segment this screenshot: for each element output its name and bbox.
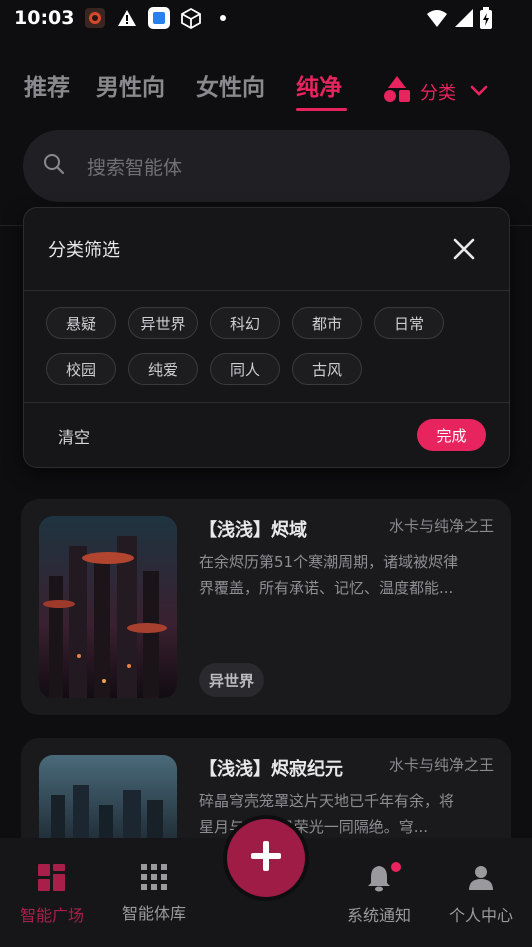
status-bar: 10:03	[0, 0, 532, 36]
active-tab-indicator	[296, 108, 347, 111]
app-notification-icon	[84, 7, 106, 29]
nav-library[interactable]: 智能体库	[104, 864, 204, 924]
search-icon	[43, 153, 65, 179]
done-button[interactable]: 完成	[417, 419, 486, 451]
status-time: 10:03	[14, 7, 75, 29]
card-tag: 异世界	[199, 663, 265, 697]
bell-icon	[365, 862, 401, 896]
clear-button[interactable]: 清空	[58, 424, 90, 448]
top-tabs: 推荐 男性向 女性向 纯净 分类	[0, 56, 532, 116]
popup-divider	[24, 290, 509, 291]
chip-urban[interactable]: 都市	[292, 307, 362, 339]
card-title: 【浅浅】烬域	[199, 520, 307, 541]
dot-grid-icon	[141, 864, 167, 894]
nav-label: 个人中心	[448, 906, 513, 925]
chip-isekai[interactable]: 异世界	[128, 307, 198, 339]
chevron-down-icon	[470, 81, 488, 102]
chip-daily[interactable]: 日常	[374, 307, 444, 339]
category-button[interactable]: 分类	[382, 74, 488, 109]
nav-notifications[interactable]: 系统通知	[329, 862, 429, 926]
nav-label: 智能广场	[19, 906, 84, 925]
search-input[interactable]: 搜索智能体	[23, 130, 510, 202]
search-placeholder: 搜索智能体	[87, 156, 183, 179]
tab-recommend[interactable]: 推荐	[24, 68, 70, 102]
card-author: 水卡与纯净之王	[388, 517, 494, 535]
card-desc-line: 界覆盖，所有承诺、记忆、温度都能...	[199, 579, 454, 597]
category-chip-list: 悬疑 异世界 科幻 都市 日常 校园 纯爱 同人 古风	[46, 307, 496, 385]
category-filter-popup: 分类筛选 悬疑 异世界 科幻 都市 日常 校园 纯爱 同人 古风 清空 完成	[23, 207, 510, 468]
card-desc-line: 碎晶穹壳笼罩这片天地已千年有余，将	[199, 792, 455, 810]
tab-female[interactable]: 女性向	[196, 68, 265, 102]
tab-male[interactable]: 男性向	[96, 68, 165, 102]
category-label: 分类	[420, 82, 456, 104]
card-cover-image	[39, 516, 177, 698]
person-icon	[467, 864, 495, 896]
chip-ancient[interactable]: 古风	[292, 353, 362, 385]
nav-label: 系统通知	[346, 906, 411, 925]
popup-divider	[24, 402, 509, 403]
category-shapes-icon	[382, 74, 412, 109]
cube-icon	[180, 7, 202, 29]
signal-icon	[454, 8, 474, 32]
chip-scifi[interactable]: 科幻	[210, 307, 280, 339]
plus-icon	[249, 839, 283, 877]
chip-fanfic[interactable]: 同人	[210, 353, 280, 385]
layers-app-icon	[148, 7, 171, 29]
nav-label: 智能体库	[121, 904, 186, 923]
close-icon[interactable]	[451, 236, 477, 262]
create-fab[interactable]	[223, 815, 309, 901]
dot-icon	[212, 7, 234, 29]
status-right	[426, 7, 492, 33]
wifi-icon	[426, 8, 448, 32]
card-title: 【浅浅】烬寂纪元	[199, 759, 343, 780]
fab-inner	[227, 819, 305, 897]
battery-icon	[480, 7, 492, 33]
warning-icon	[116, 7, 138, 29]
card-description: 在余烬历第51个寒潮周期，诸域被烬律 界覆盖，所有承诺、记忆、温度都能...	[199, 549, 495, 601]
tab-pure[interactable]: 纯净	[296, 68, 342, 102]
card-author: 水卡与纯净之王	[388, 756, 494, 774]
card-desc-line: 在余烬历第51个寒潮周期，诸域被烬律	[199, 553, 459, 571]
chip-pure-love[interactable]: 纯爱	[128, 353, 198, 385]
popup-title: 分类筛选	[48, 240, 120, 261]
chip-campus[interactable]: 校园	[46, 353, 116, 385]
nav-square[interactable]: 智能广场	[2, 864, 102, 926]
square-grid-icon	[38, 864, 66, 896]
agent-card[interactable]: 【浅浅】烬域 水卡与纯净之王 在余烬历第51个寒潮周期，诸域被烬律 界覆盖，所有…	[21, 499, 511, 715]
nav-profile[interactable]: 个人中心	[431, 864, 531, 926]
notification-badge	[391, 862, 401, 872]
chip-suspense[interactable]: 悬疑	[46, 307, 116, 339]
